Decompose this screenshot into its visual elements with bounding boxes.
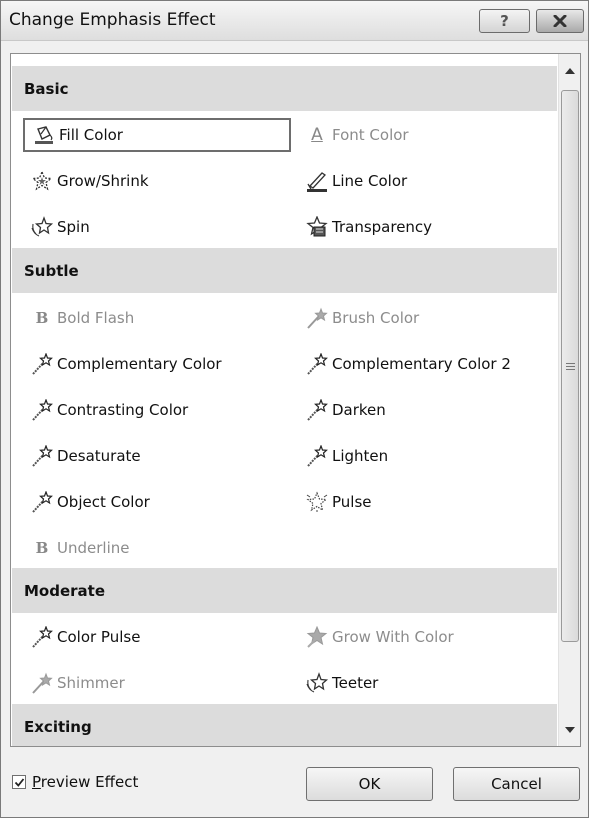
effect-pulse[interactable]: Pulse [300, 485, 555, 519]
effect-complementary-color[interactable]: Complementary Color [23, 347, 291, 381]
cancel-button[interactable]: Cancel [453, 767, 580, 801]
effect-grow-with-color[interactable]: Grow With Color [300, 620, 555, 654]
star-wand-icon [29, 445, 55, 467]
star-wand-icon [29, 672, 55, 694]
effect-color-pulse[interactable]: Color Pulse [23, 620, 291, 654]
preview-effect-checkbox[interactable]: Preview Effect [12, 773, 138, 791]
effects-list: Basic Fill Color A Font Color Grow/Shrin… [11, 54, 558, 746]
font-color-icon: A [311, 125, 323, 145]
effect-label: Object Color [57, 493, 150, 511]
effect-label: Underline [57, 539, 130, 557]
effect-darken[interactable]: Darken [300, 393, 555, 427]
preview-effect-label-rest: review Effect [40, 773, 139, 791]
effect-underline[interactable]: B Underline [23, 531, 291, 565]
effect-teeter[interactable]: Teeter [300, 666, 555, 700]
scroll-thumb[interactable] [561, 90, 579, 642]
bold-icon: B [35, 539, 49, 557]
effect-object-color[interactable]: Object Color [23, 485, 291, 519]
effect-label: Complementary Color [57, 355, 222, 373]
change-emphasis-effect-dialog: Change Emphasis Effect ? Basic Fill Colo… [0, 0, 589, 818]
scroll-down-arrow-icon [565, 726, 575, 733]
effect-label: Brush Color [332, 309, 420, 327]
preview-effect-accelerator: P [32, 773, 41, 791]
line-color-icon [304, 170, 330, 192]
effect-line-color[interactable]: Line Color [300, 164, 555, 198]
effect-label: Complementary Color 2 [332, 355, 511, 373]
effect-font-color[interactable]: A Font Color [300, 118, 555, 152]
effect-label: Color Pulse [57, 628, 141, 646]
effect-brush-color[interactable]: Brush Color [300, 301, 555, 335]
effect-spin[interactable]: Spin [23, 210, 291, 244]
effect-label: Pulse [332, 493, 372, 511]
effect-label: Contrasting Color [57, 401, 189, 419]
checkmark-icon [14, 777, 24, 787]
scroll-down-button[interactable] [559, 713, 580, 746]
effect-label: Bold Flash [57, 309, 135, 327]
effect-label: Spin [57, 218, 90, 236]
effect-fill-color[interactable]: Fill Color [23, 118, 291, 152]
effect-grow-shrink[interactable]: Grow/Shrink [23, 164, 291, 198]
teeter-icon [304, 672, 330, 694]
category-moderate: Moderate [12, 568, 557, 613]
effect-bold-flash[interactable]: B Bold Flash [23, 301, 291, 335]
effect-label: Teeter [332, 674, 379, 692]
star-wand-icon [304, 353, 330, 375]
effect-label: Desaturate [57, 447, 141, 465]
effect-desaturate[interactable]: Desaturate [23, 439, 291, 473]
preview-effect-label: Preview Effect [32, 773, 138, 791]
thumb-grip-line [566, 369, 575, 370]
pulse-icon [304, 491, 330, 513]
star-wand-icon [29, 399, 55, 421]
effect-complementary-color-2[interactable]: Complementary Color 2 [300, 347, 555, 381]
effect-label: Line Color [332, 172, 408, 190]
category-subtle: Subtle [12, 248, 557, 293]
thumb-grip-line [566, 366, 575, 367]
effect-transparency[interactable]: Transparency [300, 210, 555, 244]
vertical-scrollbar[interactable] [558, 54, 580, 746]
category-exciting: Exciting [12, 704, 557, 746]
effect-label: Fill Color [59, 126, 123, 144]
star-wand-icon [29, 626, 55, 648]
effect-lighten[interactable]: Lighten [300, 439, 555, 473]
ok-button[interactable]: OK [306, 767, 433, 801]
help-icon: ? [500, 12, 509, 30]
category-basic: Basic [12, 66, 557, 111]
effect-label: Shimmer [57, 674, 125, 692]
title-bar[interactable]: Change Emphasis Effect ? [1, 1, 588, 41]
close-icon [553, 15, 567, 27]
effects-listbox[interactable]: Basic Fill Color A Font Color Grow/Shrin… [10, 53, 581, 747]
effect-label: Grow/Shrink [57, 172, 149, 190]
effect-shimmer[interactable]: Shimmer [23, 666, 291, 700]
transparency-icon [304, 216, 330, 238]
spin-icon [29, 216, 55, 238]
effect-label: Transparency [332, 218, 433, 236]
paint-bucket-icon [31, 124, 57, 146]
effect-label: Darken [332, 401, 386, 419]
close-button[interactable] [536, 9, 584, 33]
star-wand-icon [304, 307, 330, 329]
checkbox-box[interactable] [12, 775, 26, 789]
star-wand-icon [304, 399, 330, 421]
star-wand-icon [29, 491, 55, 513]
star-wand-icon [304, 445, 330, 467]
dialog-title: Change Emphasis Effect [9, 10, 216, 30]
effect-label: Grow With Color [332, 628, 454, 646]
effect-label: Lighten [332, 447, 389, 465]
star-wand-icon [29, 353, 55, 375]
grow-shrink-icon [29, 170, 55, 192]
thumb-grip-line [566, 363, 575, 364]
bold-icon: B [35, 309, 49, 327]
effect-contrasting-color[interactable]: Contrasting Color [23, 393, 291, 427]
scroll-up-arrow-icon [565, 67, 575, 74]
star-burst-icon [304, 626, 330, 648]
effect-label: Font Color [332, 126, 409, 144]
scroll-up-button[interactable] [559, 54, 580, 87]
help-button[interactable]: ? [479, 9, 530, 33]
